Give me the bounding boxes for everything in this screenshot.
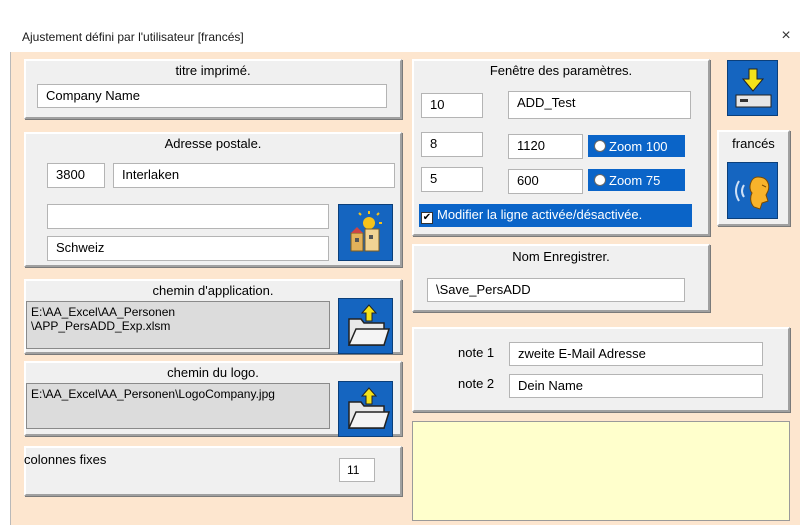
open-folder-icon — [347, 387, 391, 429]
adresse-heading: Adresse postale. — [164, 136, 262, 151]
info-box — [412, 421, 790, 521]
zip-field[interactable]: 3800 — [47, 163, 105, 188]
map-button[interactable] — [338, 204, 393, 261]
note1-field[interactable]: zweite E-Mail Adresse — [509, 342, 763, 366]
close-button[interactable]: × — [776, 26, 796, 46]
zoom-75-label: Zoom 75 — [609, 173, 661, 188]
country-field[interactable]: Schweiz — [47, 236, 329, 261]
zoom-75-option[interactable]: Zoom 75 — [588, 169, 685, 191]
toggle-line-label: Modifier la ligne activée/désactivée. — [437, 207, 643, 222]
note2-label: note 2 — [458, 376, 495, 391]
columns-label: colonnes fixes — [24, 452, 107, 467]
save-icon — [735, 68, 772, 108]
language-button[interactable] — [727, 162, 778, 219]
app-path-heading: chemin d'application. — [152, 283, 274, 298]
zoom-100-option[interactable]: Zoom 100 — [588, 135, 685, 157]
app-path-field: E:\AA_Excel\AA_Personen \APP_PersADD_Exp… — [26, 301, 330, 349]
company-name-field[interactable]: Company Name — [37, 84, 387, 108]
logo-path-field: E:\AA_Excel\AA_Personen\LogoCompany.jpg — [26, 383, 330, 429]
logo-path-folder-button[interactable] — [338, 381, 393, 437]
address-line-field[interactable] — [47, 204, 329, 229]
zoom-100-label: Zoom 100 — [609, 139, 668, 154]
notes-panel — [412, 327, 790, 412]
save-name-field[interactable]: \Save_PersADD — [427, 278, 685, 302]
city-field[interactable]: Interlaken — [113, 163, 395, 188]
language-label: francés — [732, 136, 775, 151]
logo-path-heading: chemin du logo. — [167, 365, 259, 380]
columns-field[interactable]: 11 — [339, 458, 375, 482]
open-folder-icon — [347, 304, 391, 346]
toggle-line-checkbox[interactable]: ✔ Modifier la ligne activée/désactivée. — [419, 204, 692, 227]
titre-heading: titre imprimé. — [175, 63, 251, 78]
checkbox-icon: ✔ — [421, 212, 433, 224]
radio-icon — [594, 174, 606, 186]
params-heading: Fenêtre des paramètres. — [489, 63, 633, 78]
speaker-icon — [735, 176, 770, 210]
name-field[interactable]: ADD_Test — [508, 91, 691, 119]
window-title: Ajustement défini par l'utilisateur [fra… — [22, 30, 244, 44]
row1-number-field[interactable]: 10 — [421, 93, 483, 118]
radio-icon — [594, 140, 606, 152]
row3-number-field[interactable]: 5 — [421, 167, 483, 192]
save-button[interactable] — [727, 60, 778, 116]
row3-value-field[interactable]: 600 — [508, 169, 583, 194]
row2-number-field[interactable]: 8 — [421, 132, 483, 157]
row2-value-field[interactable]: 1120 — [508, 134, 583, 159]
save-name-heading: Nom Enregistrer. — [512, 249, 610, 264]
map-icon — [350, 211, 382, 252]
app-path-folder-button[interactable] — [338, 298, 393, 354]
note2-field[interactable]: Dein Name — [509, 374, 763, 398]
note1-label: note 1 — [458, 345, 495, 360]
